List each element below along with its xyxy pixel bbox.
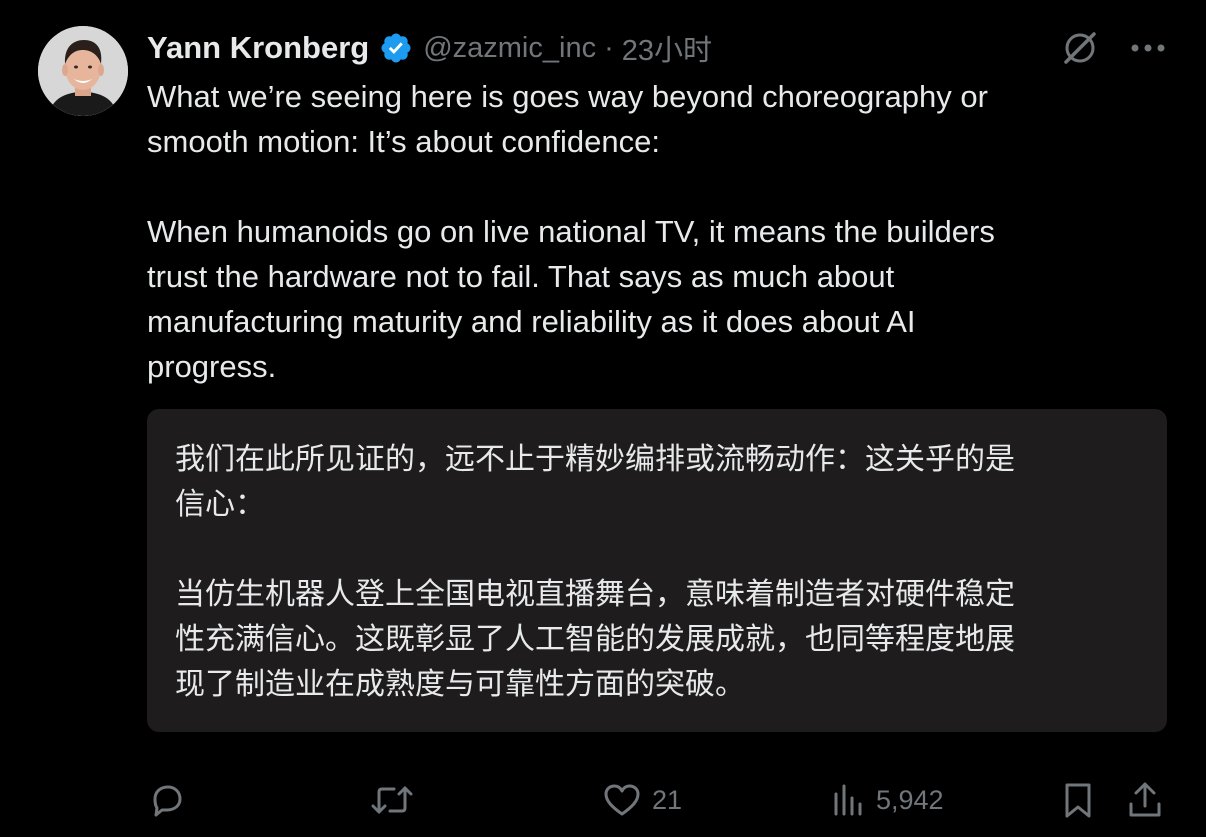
retweet-icon	[369, 780, 415, 820]
views-button[interactable]: 5,942	[832, 776, 944, 824]
bookmark-button[interactable]	[1060, 776, 1096, 824]
author-handle[interactable]: @zazmic_inc	[423, 32, 596, 65]
like-icon	[602, 780, 642, 820]
like-count: 21	[652, 784, 683, 815]
timestamp[interactable]: 23小时	[622, 27, 712, 69]
tweet-card: Yann Kronberg @zazmic_inc · 23小时 What we	[0, 0, 1206, 837]
views-icon	[832, 780, 866, 820]
display-name[interactable]: Yann Kronberg	[147, 30, 369, 66]
translation-box: 我们在此所见证的，远不止于精妙编排或流畅动作：这关乎的是 信心： 当仿生机器人登…	[147, 409, 1167, 732]
share-icon	[1125, 780, 1165, 820]
more-options-icon[interactable]	[1130, 43, 1166, 53]
verified-badge-icon	[379, 31, 413, 65]
tweet-top-actions	[1060, 26, 1166, 70]
avatar[interactable]	[38, 26, 128, 116]
tweet-header: Yann Kronberg @zazmic_inc · 23小时	[147, 26, 712, 70]
share-button[interactable]	[1125, 776, 1165, 824]
separator-dot: ·	[604, 31, 614, 64]
views-count: 5,942	[876, 784, 944, 815]
reply-icon	[147, 780, 187, 820]
grok-icon[interactable]	[1060, 28, 1100, 68]
like-button[interactable]: 21	[602, 776, 682, 824]
tweet-text: What we’re seeing here is goes way beyon…	[147, 79, 995, 384]
avatar-photo	[38, 26, 128, 116]
bookmark-icon	[1060, 780, 1096, 820]
translation-text: 我们在此所见证的，远不止于精妙编排或流畅动作：这关乎的是 信心： 当仿生机器人登…	[175, 442, 1015, 702]
tweet-action-bar: 21 5,942	[147, 776, 1167, 824]
reply-button[interactable]	[147, 776, 197, 824]
retweet-button[interactable]	[369, 776, 425, 824]
